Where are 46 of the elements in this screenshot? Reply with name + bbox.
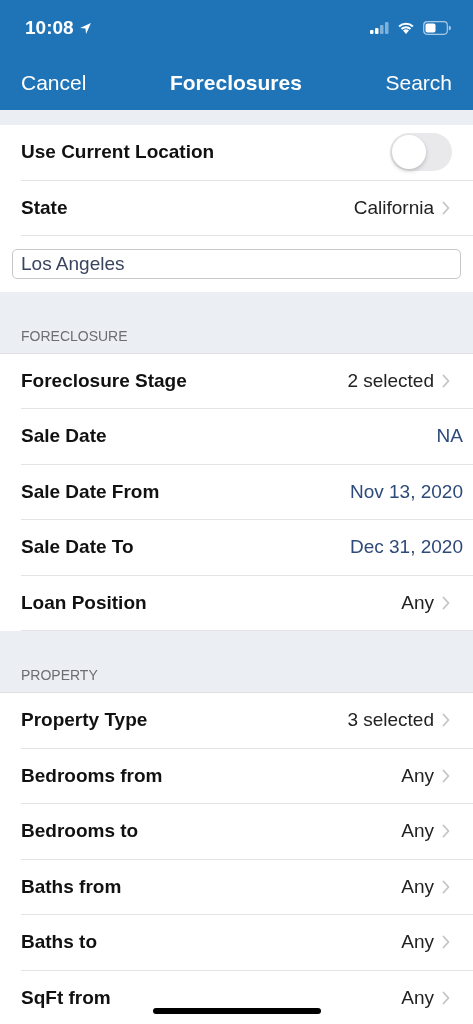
row-label: Baths to (21, 931, 97, 954)
screen-title: Foreclosures (169, 70, 302, 95)
row-value: 2 selected (347, 369, 434, 392)
row-label: State (21, 196, 68, 219)
row-value: Dec 31, 2020 (349, 536, 463, 559)
row-label: Foreclosure Stage (21, 369, 187, 392)
chevron-icon (442, 595, 450, 610)
row-label: Sale Date From (21, 480, 160, 503)
battery-icon (423, 20, 451, 35)
cancel-button[interactable]: Cancel (12, 66, 96, 99)
row-label: Bedrooms from (21, 764, 163, 787)
signal-icon (370, 21, 390, 34)
chevron-icon (442, 824, 450, 839)
chevron-icon (442, 935, 450, 950)
row-value: Nov 13, 2020 (349, 480, 463, 503)
section-header: PROPERTY (21, 667, 98, 683)
row-value: Any (401, 820, 434, 843)
wifi-icon (397, 21, 415, 34)
row-label: Bedrooms to (21, 820, 139, 843)
row-value: California (353, 196, 434, 219)
section-header: FORECLOSURE (21, 327, 128, 344)
chevron-icon (442, 713, 450, 728)
row-value: Any (401, 986, 434, 1009)
chevron-icon (442, 990, 450, 1005)
status-time: 10:08 (25, 16, 74, 39)
city-field[interactable]: Los Angeles (12, 248, 461, 279)
row-label: Baths from (21, 875, 122, 898)
row-label: Loan Position (21, 591, 147, 614)
row-label: Use Current Location (21, 141, 215, 164)
chevron-icon (442, 768, 450, 783)
location-arrow-icon (78, 21, 92, 35)
row-value: Any (401, 875, 434, 898)
toggle-switch[interactable] (390, 133, 452, 172)
row-value: Any (401, 764, 434, 787)
row-value: Any (401, 931, 434, 954)
row-label: SqFt from (21, 986, 111, 1009)
row-value: 3 selected (347, 709, 434, 732)
chevron-icon (442, 879, 450, 894)
row-value: Any (401, 591, 434, 614)
search-button[interactable]: Search (376, 66, 461, 99)
chevron-icon (442, 373, 450, 388)
row-value: NA (436, 425, 463, 448)
row-label: Sale Date To (21, 536, 134, 559)
chevron-icon (442, 200, 450, 215)
row-label: Property Type (21, 709, 148, 732)
row-label: Sale Date (21, 425, 107, 448)
